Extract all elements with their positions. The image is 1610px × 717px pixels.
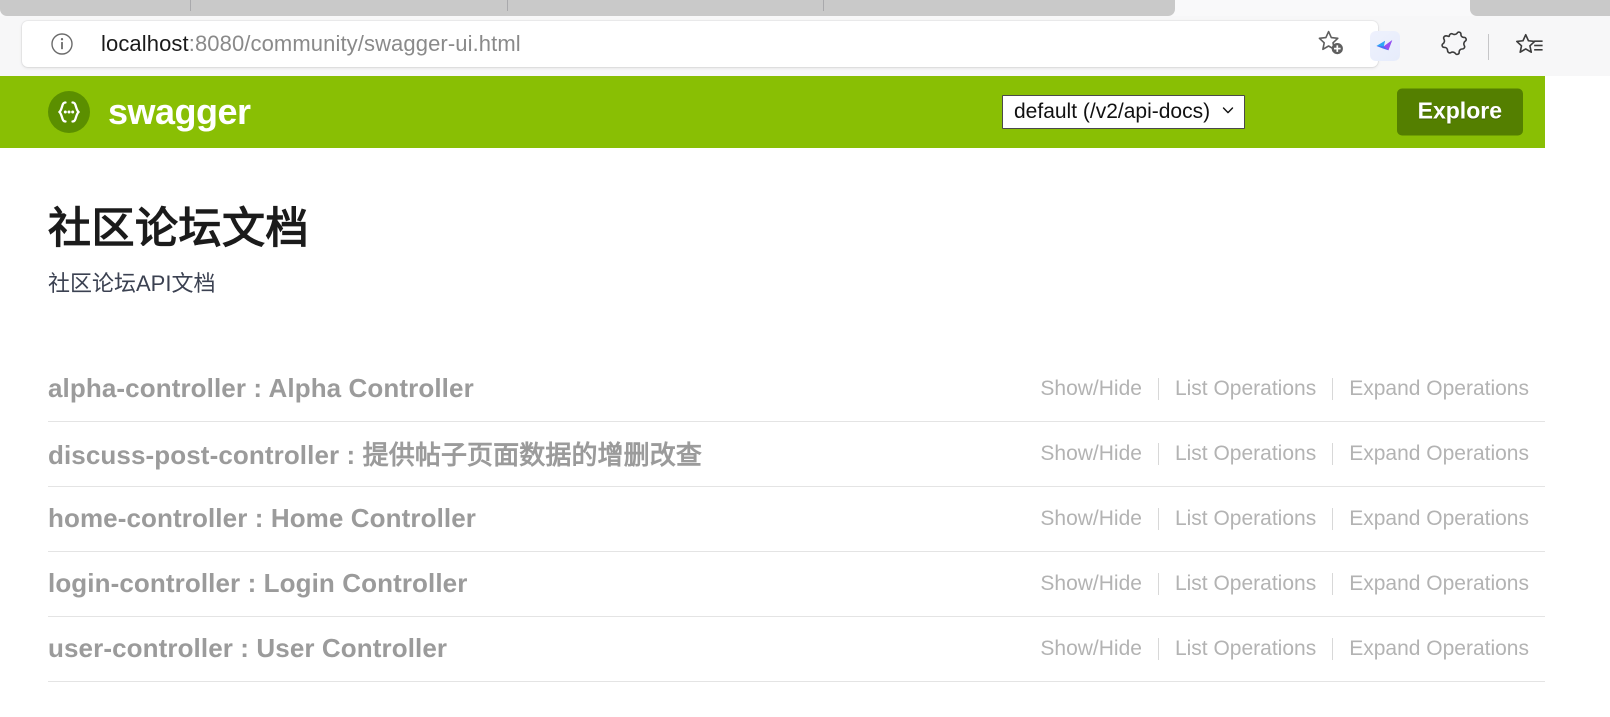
- expand-operations-link[interactable]: Expand Operations: [1333, 377, 1545, 401]
- resource-link[interactable]: alpha-controller : Alpha Controller: [48, 373, 474, 404]
- show-hide-link[interactable]: Show/Hide: [1024, 507, 1158, 531]
- resource-row: alpha-controller : Alpha Controller Show/…: [48, 357, 1545, 422]
- expand-operations-link[interactable]: Expand Operations: [1333, 572, 1545, 596]
- tab-group-left[interactable]: [0, 0, 1175, 16]
- page-title: 社区论坛文档: [48, 205, 309, 253]
- resource-operations: Show/Hide List Operations Expand Operation…: [1024, 572, 1545, 596]
- url-path: :8080/community/swagger-ui.html: [188, 31, 521, 56]
- resource-row: login-controller : Login Controller Show/…: [48, 552, 1545, 617]
- browser-chrome: localhost:8080/community/swagger-ui.html: [0, 0, 1610, 76]
- list-operations-link[interactable]: List Operations: [1159, 572, 1332, 596]
- list-operations-link[interactable]: List Operations: [1159, 637, 1332, 661]
- tab-separator: [823, 0, 824, 11]
- list-operations-link[interactable]: List Operations: [1159, 507, 1332, 531]
- list-operations-link[interactable]: List Operations: [1159, 442, 1332, 466]
- star-plus-icon[interactable]: [1316, 29, 1346, 59]
- list-operations-link[interactable]: List Operations: [1159, 377, 1332, 401]
- resource-row: home-controller : Home Controller Show/Hi…: [48, 487, 1545, 552]
- collections-star-icon[interactable]: [1512, 29, 1546, 63]
- bird-extension-tile: [1370, 31, 1400, 61]
- swagger-logo-group[interactable]: swagger: [48, 91, 251, 133]
- site-info-icon[interactable]: [50, 32, 74, 56]
- url-host: localhost: [101, 31, 189, 56]
- url-text[interactable]: localhost:8080/community/swagger-ui.html: [101, 31, 521, 57]
- resource-link[interactable]: login-controller : Login Controller: [48, 568, 467, 599]
- swagger-topbar: swagger default (/v2/api-docs) Explore: [0, 76, 1545, 148]
- bird-extension-icon[interactable]: [1368, 29, 1402, 63]
- resource-list: alpha-controller : Alpha Controller Show/…: [0, 357, 1610, 682]
- api-info-block: 社区论坛文档 社区论坛API文档: [0, 148, 1610, 298]
- spec-url-select[interactable]: default (/v2/api-docs): [1002, 95, 1246, 129]
- show-hide-link[interactable]: Show/Hide: [1024, 637, 1158, 661]
- swagger-page-content: 社区论坛文档 社区论坛API文档 alpha-controller : Alph…: [0, 148, 1610, 682]
- address-bar[interactable]: localhost:8080/community/swagger-ui.html: [22, 21, 1378, 67]
- resource-row: user-controller : User Controller Show/Hi…: [48, 617, 1545, 682]
- tab-separator: [507, 0, 508, 11]
- swagger-brand-text: swagger: [108, 91, 251, 132]
- show-hide-link[interactable]: Show/Hide: [1024, 442, 1158, 466]
- resource-row: discuss-post-controller : 提供帖子页面数据的增删改查 S…: [48, 422, 1545, 487]
- resource-operations: Show/Hide List Operations Expand Operation…: [1024, 377, 1545, 401]
- resource-operations: Show/Hide List Operations Expand Operation…: [1024, 637, 1545, 661]
- expand-operations-link[interactable]: Expand Operations: [1333, 442, 1545, 466]
- puzzle-extensions-icon[interactable]: [1437, 29, 1471, 63]
- show-hide-link[interactable]: Show/Hide: [1024, 572, 1158, 596]
- expand-operations-link[interactable]: Expand Operations: [1333, 507, 1545, 531]
- chevron-down-icon: [1221, 103, 1235, 121]
- resource-link[interactable]: discuss-post-controller : 提供帖子页面数据的增删改查: [48, 435, 702, 472]
- expand-operations-link[interactable]: Expand Operations: [1333, 637, 1545, 661]
- resource-operations: Show/Hide List Operations Expand Operation…: [1024, 442, 1545, 466]
- tab-strip: [0, 0, 1610, 16]
- spec-url-value: default (/v2/api-docs): [1014, 100, 1211, 123]
- tab-group-right[interactable]: [1470, 0, 1610, 16]
- resource-operations: Show/Hide List Operations Expand Operation…: [1024, 507, 1545, 531]
- resource-link[interactable]: home-controller : Home Controller: [48, 503, 476, 534]
- toolbar-divider: [1488, 34, 1489, 60]
- tab-separator: [190, 0, 191, 11]
- show-hide-link[interactable]: Show/Hide: [1024, 377, 1158, 401]
- browser-toolbar: localhost:8080/community/swagger-ui.html: [0, 16, 1610, 76]
- page-subtitle: 社区论坛API文档: [48, 271, 216, 297]
- explore-button[interactable]: Explore: [1396, 88, 1523, 136]
- swagger-braces-icon: [48, 91, 90, 133]
- resource-link[interactable]: user-controller : User Controller: [48, 633, 447, 664]
